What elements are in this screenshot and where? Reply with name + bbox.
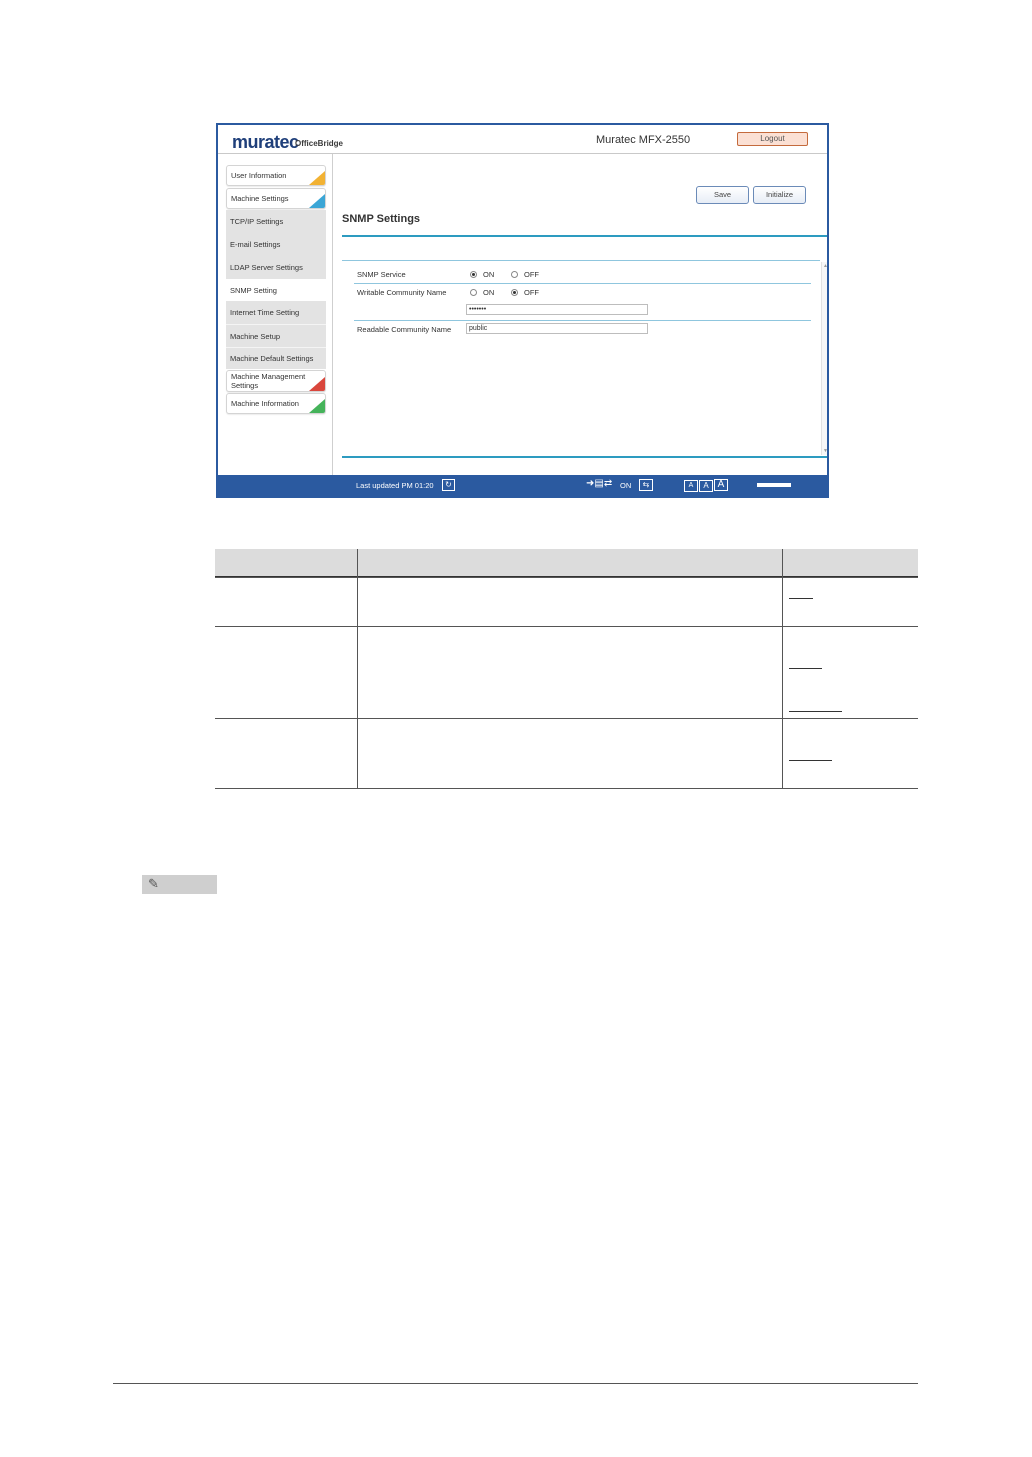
save-button[interactable]: Save bbox=[696, 186, 749, 204]
sidebar-item-label: Internet Time Setting bbox=[230, 308, 300, 317]
row-divider bbox=[354, 283, 811, 284]
scroll-down-icon[interactable]: ▼ bbox=[823, 448, 827, 454]
sidebar-item-internet-time-setting[interactable]: Internet Time Setting bbox=[226, 301, 326, 324]
table-column-divider bbox=[357, 549, 358, 789]
muratec-logo: muratec bbox=[232, 132, 299, 152]
snmp-service-label: SNMP Service bbox=[357, 270, 406, 279]
sidebar-item-tcpip-settings[interactable]: TCP/IP Settings bbox=[226, 210, 326, 233]
toggle-state-text: ON bbox=[620, 481, 632, 490]
sidebar: User Information Machine Settings TCP/IP… bbox=[218, 154, 333, 475]
readable-community-field[interactable]: public bbox=[466, 323, 648, 334]
browser-screenshot: muratec OfficeBridge Muratec MFX-2550 Lo… bbox=[216, 123, 829, 498]
sidebar-item-machine-setup[interactable]: Machine Setup bbox=[226, 324, 326, 347]
sidebar-item-machine-default-settings[interactable]: Machine Default Settings bbox=[226, 347, 326, 369]
table-bottom-line bbox=[215, 788, 918, 789]
header-bar: muratec OfficeBridge Muratec MFX-2550 Lo… bbox=[218, 125, 827, 154]
content-bottom-divider bbox=[342, 456, 827, 458]
initialize-button[interactable]: Initialize bbox=[753, 186, 806, 204]
logout-button[interactable]: Logout bbox=[737, 132, 808, 146]
page-title: SNMP Settings bbox=[342, 213, 421, 225]
default-value-underline bbox=[789, 711, 842, 712]
sidebar-item-ldap-server-settings[interactable]: LDAP Server Settings bbox=[226, 256, 326, 279]
sidebar-item-label: Machine Default Settings bbox=[230, 354, 314, 363]
swap-icon[interactable]: ⇆ bbox=[639, 479, 653, 491]
note-box: ✎ bbox=[142, 875, 217, 894]
row-divider bbox=[354, 320, 811, 321]
sidebar-item-label: SNMP Setting bbox=[230, 285, 277, 295]
sidebar-item-label: User Information bbox=[231, 171, 287, 180]
redirect-icon[interactable]: ➜▤⇄ bbox=[586, 478, 612, 489]
red-corner-icon bbox=[309, 377, 325, 391]
sidebar-item-label: TCP/IP Settings bbox=[230, 217, 284, 226]
writable-off-radio[interactable] bbox=[511, 289, 518, 296]
sidebar-item-machine-settings[interactable]: Machine Settings bbox=[226, 188, 326, 209]
title-divider bbox=[342, 235, 827, 237]
writable-on-radio[interactable] bbox=[470, 289, 477, 296]
snmp-service-off-radio[interactable] bbox=[511, 271, 518, 278]
green-corner-icon bbox=[309, 399, 325, 413]
refresh-icon[interactable]: ↻ bbox=[442, 479, 455, 491]
vertical-scrollbar[interactable]: ▲ ▼ bbox=[821, 262, 827, 455]
progress-bar bbox=[757, 483, 791, 487]
page-footer-rule bbox=[113, 1383, 918, 1384]
sidebar-item-email-settings[interactable]: E-mail Settings bbox=[226, 233, 326, 256]
default-value-underline bbox=[789, 760, 832, 761]
table-row-divider bbox=[215, 626, 918, 627]
table-row-divider bbox=[215, 577, 918, 578]
main-panel: Save Initialize SNMP Settings SNMP Servi… bbox=[334, 154, 827, 475]
scroll-up-icon[interactable]: ▲ bbox=[823, 263, 827, 269]
font-size-medium-button[interactable]: A bbox=[699, 480, 713, 492]
writable-off-label: OFF bbox=[524, 288, 539, 297]
default-value-underline bbox=[789, 598, 813, 599]
writable-community-field[interactable]: ••••••• bbox=[466, 304, 648, 315]
font-size-large-button[interactable]: A bbox=[714, 479, 728, 491]
last-updated-text: Last updated PM 01:20 bbox=[356, 481, 434, 490]
snmp-service-off-label: OFF bbox=[524, 270, 539, 279]
form-top-divider bbox=[342, 260, 820, 261]
sidebar-item-snmp-setting[interactable]: SNMP Setting bbox=[226, 279, 326, 301]
table-header bbox=[215, 549, 918, 577]
table-column-divider bbox=[782, 549, 783, 789]
snmp-service-on-radio[interactable] bbox=[470, 271, 477, 278]
officebridge-logo: OfficeBridge bbox=[295, 139, 344, 148]
default-value-underline bbox=[789, 668, 822, 669]
font-size-small-button[interactable]: A bbox=[684, 480, 698, 492]
sidebar-item-label: Machine Setup bbox=[230, 331, 281, 341]
device-model: Muratec MFX-2550 bbox=[596, 134, 691, 146]
sidebar-item-label: LDAP Server Settings bbox=[230, 263, 303, 272]
writable-on-label: ON bbox=[483, 288, 495, 297]
status-footer: Last updated PM 01:20 ↻ ➜▤⇄ ON ⇆ A A A bbox=[218, 475, 827, 496]
sidebar-item-machine-information[interactable]: Machine Information bbox=[226, 393, 326, 414]
snmp-service-on-label: ON bbox=[483, 270, 495, 279]
table-row-divider bbox=[215, 718, 918, 719]
sidebar-item-label: Machine Information bbox=[231, 399, 299, 408]
writable-community-label: Writable Community Name bbox=[357, 288, 447, 297]
blue-corner-icon bbox=[309, 194, 325, 208]
readable-community-label: Readable Community Name bbox=[357, 325, 452, 334]
sidebar-item-machine-management-settings[interactable]: Machine Management Settings bbox=[226, 370, 326, 392]
sidebar-item-user-information[interactable]: User Information bbox=[226, 165, 326, 186]
pencil-icon: ✎ bbox=[148, 876, 159, 891]
yellow-corner-icon bbox=[309, 171, 325, 185]
sidebar-item-label: Machine Settings bbox=[231, 194, 289, 203]
sidebar-item-label: E-mail Settings bbox=[230, 240, 281, 249]
